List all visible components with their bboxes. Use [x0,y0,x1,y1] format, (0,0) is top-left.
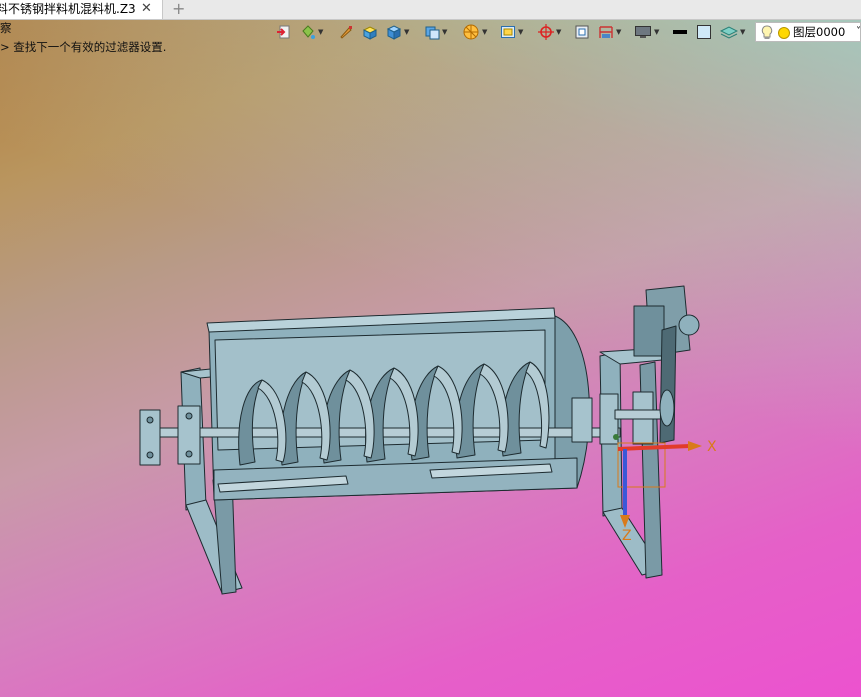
bearing-bolt [146,451,154,459]
bearing-bolt [185,412,193,420]
output-shaft [614,409,666,420]
x-axis-label: X [707,439,717,455]
bearing-bolt [146,416,154,424]
motor-fan [678,314,700,336]
mixer-3d-model[interactable]: X Z [0,0,861,697]
pulley [659,389,675,427]
bearing-block [571,397,593,443]
z-axis-label: Z [622,528,632,544]
gearbox [633,305,665,357]
main-shaft [149,427,621,438]
bearing-bolt [185,450,193,458]
